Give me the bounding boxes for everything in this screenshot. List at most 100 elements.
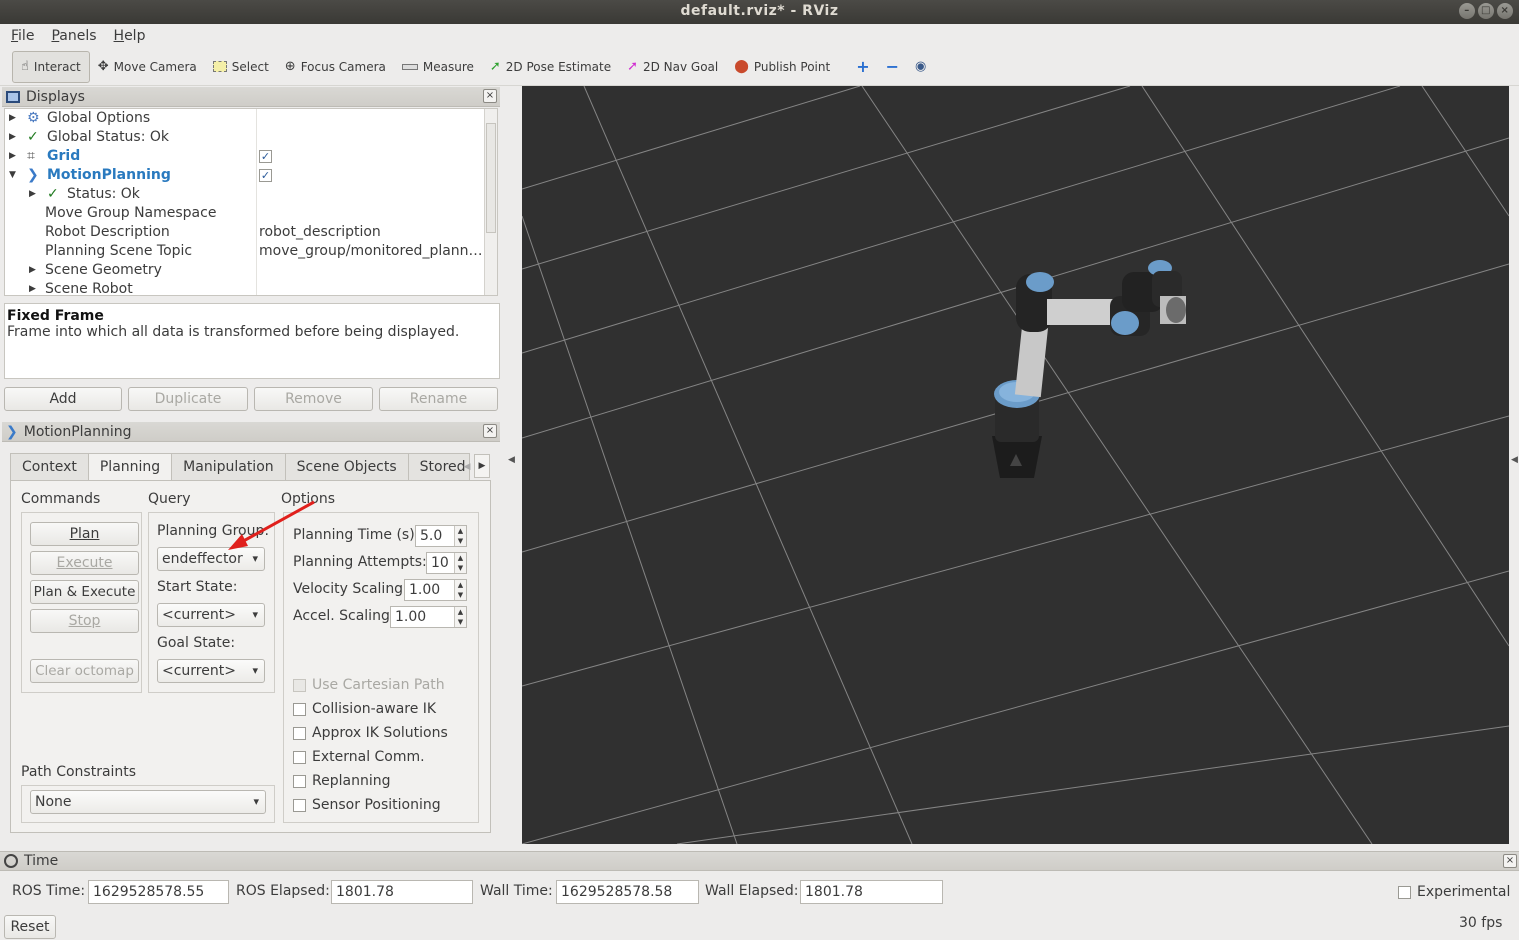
- tab-scene-objects[interactable]: Scene Objects: [284, 453, 409, 480]
- experimental-checkbox[interactable]: Experimental: [1398, 884, 1510, 900]
- approx-ik-checkbox[interactable]: Approx IK Solutions: [293, 725, 448, 741]
- wall-elapsed-field[interactable]: 1801.78: [800, 880, 943, 904]
- duplicate-display-button[interactable]: Duplicate: [128, 387, 248, 411]
- velocity-scaling-spinbox[interactable]: 1.00 ▲ ▼: [404, 579, 467, 601]
- use-cartesian-path-checkbox[interactable]: Use Cartesian Path: [293, 677, 445, 693]
- spin-arrows-icon[interactable]: ▲ ▼: [454, 553, 466, 573]
- scrollbar-thumb[interactable]: [486, 123, 496, 233]
- tree-row-grid[interactable]: ▶ ⌗ Grid ✓: [5, 147, 485, 166]
- spin-arrows-icon[interactable]: ▲ ▼: [454, 526, 466, 546]
- select-box-icon: [212, 61, 227, 72]
- window-controls: – □ ×: [1459, 3, 1513, 19]
- collapse-arrow-icon[interactable]: ▼: [9, 166, 16, 185]
- splitter-right-icon[interactable]: ◀: [1511, 455, 1518, 465]
- nav-goal-tool-button[interactable]: ➚ 2D Nav Goal: [619, 51, 726, 83]
- start-state-select[interactable]: <current>: [157, 603, 265, 627]
- sensor-positioning-checkbox[interactable]: Sensor Positioning: [293, 797, 441, 813]
- tab-manipulation[interactable]: Manipulation: [171, 453, 286, 480]
- tree-row-scene-geometry[interactable]: ▶ Scene Geometry: [5, 261, 485, 280]
- expand-arrow-icon[interactable]: ▶: [9, 147, 16, 166]
- select-tool-button[interactable]: Select: [205, 51, 277, 83]
- collision-aware-ik-checkbox[interactable]: Collision-aware IK: [293, 701, 436, 717]
- ros-time-label: ROS Time:: [12, 883, 86, 899]
- displays-scrollbar[interactable]: [484, 109, 497, 295]
- grid-enabled-checkbox[interactable]: ✓: [259, 150, 272, 163]
- wall-time-field[interactable]: 1629528578.58: [556, 880, 699, 904]
- publish-point-tool-button[interactable]: ⬤ Publish Point: [726, 51, 838, 83]
- close-icon[interactable]: ×: [1497, 3, 1513, 19]
- wall-time-label: Wall Time:: [480, 883, 553, 899]
- pose-estimate-tool-button[interactable]: ➚ 2D Pose Estimate: [482, 51, 619, 83]
- expand-arrow-icon[interactable]: ▶: [9, 109, 16, 128]
- external-comm-checkbox[interactable]: External Comm.: [293, 749, 425, 765]
- checkmark-icon: ✓: [47, 186, 59, 202]
- planning-time-spinbox[interactable]: 5.0 ▲ ▼: [415, 525, 467, 547]
- plan-and-execute-button[interactable]: Plan & Execute: [30, 580, 139, 604]
- planning-attempts-spinbox[interactable]: 10 ▲ ▼: [426, 552, 467, 574]
- tree-row-scene-robot[interactable]: ▶ Scene Robot: [5, 280, 485, 295]
- menu-panels[interactable]: Panels: [40, 28, 102, 44]
- ruler-icon: [401, 63, 418, 70]
- ros-elapsed-field[interactable]: 1801.78: [331, 880, 473, 904]
- spin-arrows-icon[interactable]: ▲ ▼: [454, 607, 466, 627]
- expand-arrow-icon[interactable]: ▶: [29, 185, 36, 204]
- tree-row-global-options[interactable]: ▶ ⚙ Global Options: [5, 109, 485, 128]
- planning-attempts-label: Planning Attempts:: [293, 554, 427, 570]
- stop-button[interactable]: Stop: [30, 609, 139, 633]
- fps-readout: 30 fps: [1459, 915, 1503, 931]
- ros-time-field[interactable]: 1629528578.55: [88, 880, 229, 904]
- menu-file[interactable]: File: [0, 28, 40, 44]
- map-pin-icon: ⬤: [734, 59, 749, 74]
- splitter-left-icon[interactable]: ◀: [508, 455, 515, 465]
- add-tool-button[interactable]: +: [848, 51, 877, 83]
- add-display-button[interactable]: Add: [4, 387, 122, 411]
- expand-arrow-icon[interactable]: ▶: [29, 261, 36, 280]
- minus-icon: −: [885, 57, 900, 76]
- interact-tool-button[interactable]: ☝ Interact: [12, 50, 90, 83]
- tab-context[interactable]: Context: [10, 453, 89, 480]
- motionplanning-enabled-checkbox[interactable]: ✓: [259, 169, 272, 182]
- window-titlebar: default.rviz* - RViz – □ ×: [0, 0, 1519, 24]
- tree-row-move-group-namespace[interactable]: Move Group Namespace: [5, 204, 485, 223]
- tree-row-planning-scene-topic[interactable]: Planning Scene Topic move_group/monitore…: [5, 242, 485, 261]
- goal-state-select[interactable]: <current>: [157, 659, 265, 683]
- tree-row-status[interactable]: ▶ ✓ Status: Ok: [5, 185, 485, 204]
- accel-scaling-spinbox[interactable]: 1.00 ▲ ▼: [390, 606, 467, 628]
- menu-help[interactable]: Help: [103, 28, 152, 44]
- path-constraints-select[interactable]: None: [30, 790, 266, 814]
- close-motionplanning-icon[interactable]: ×: [483, 424, 497, 438]
- remove-tool-button[interactable]: −: [878, 51, 907, 83]
- move-camera-tool-button[interactable]: ✥ Move Camera: [90, 51, 205, 83]
- time-panel-header: Time ×: [0, 851, 1519, 871]
- tree-row-global-status[interactable]: ▶ ✓ Global Status: Ok: [5, 128, 485, 147]
- maximize-icon[interactable]: □: [1478, 3, 1494, 19]
- tab-scroll-left-icon[interactable]: ◀: [460, 456, 474, 478]
- reset-button[interactable]: Reset: [4, 915, 56, 939]
- view-options-button[interactable]: ◉: [907, 51, 934, 83]
- grid-render: [522, 86, 1509, 844]
- minimize-icon[interactable]: –: [1459, 3, 1475, 19]
- render-viewport[interactable]: [522, 86, 1509, 844]
- tree-row-robot-description[interactable]: Robot Description robot_description: [5, 223, 485, 242]
- measure-tool-button[interactable]: Measure: [394, 51, 482, 83]
- tab-scroll-right-icon[interactable]: ▶: [474, 454, 490, 478]
- hand-icon: ☝: [21, 59, 29, 74]
- close-time-icon[interactable]: ×: [1503, 854, 1517, 868]
- remove-display-button[interactable]: Remove: [254, 387, 373, 411]
- tab-planning[interactable]: Planning: [87, 453, 173, 481]
- focus-camera-tool-button[interactable]: ⊕ Focus Camera: [277, 51, 394, 83]
- description-title: Fixed Frame: [7, 308, 104, 324]
- spin-arrows-icon[interactable]: ▲ ▼: [454, 580, 466, 600]
- magenta-arrow-icon: ➚: [627, 59, 638, 74]
- clear-octomap-button[interactable]: Clear octomap: [30, 659, 139, 683]
- rename-display-button[interactable]: Rename: [379, 387, 498, 411]
- tree-row-motionplanning[interactable]: ▼ ❯ MotionPlanning ✓: [5, 166, 485, 185]
- execute-button[interactable]: Execute: [30, 551, 139, 575]
- replanning-checkbox[interactable]: Replanning: [293, 773, 390, 789]
- time-panel-title: Time: [24, 853, 59, 869]
- plan-button[interactable]: Plan: [30, 522, 139, 546]
- close-displays-icon[interactable]: ×: [483, 89, 497, 103]
- expand-arrow-icon[interactable]: ▶: [29, 280, 36, 295]
- expand-arrow-icon[interactable]: ▶: [9, 128, 16, 147]
- goal-state-label: Goal State:: [157, 635, 236, 651]
